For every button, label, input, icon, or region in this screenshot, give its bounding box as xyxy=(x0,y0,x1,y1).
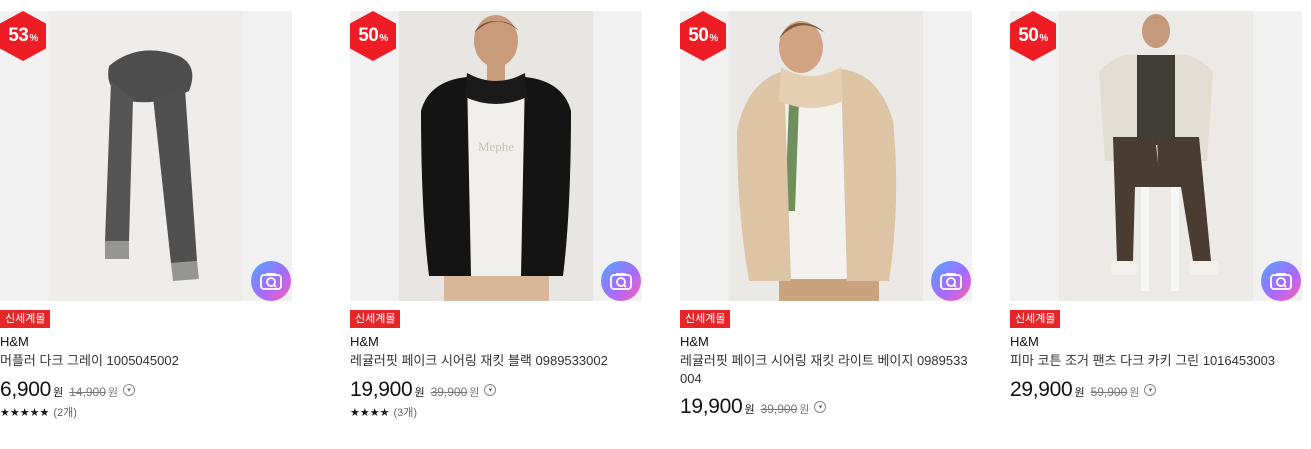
joggers-photo-illustration xyxy=(1059,11,1253,301)
sale-price: 29,900 xyxy=(1010,378,1073,401)
rating: ★★★★ (3개) xyxy=(350,404,417,420)
sale-price: 19,900 xyxy=(680,395,743,418)
price-row: 6,900 원 14,900 원 ▾ xyxy=(0,378,136,402)
rating: ★★★★★ (2개) xyxy=(0,404,77,420)
brand-name[interactable]: H&M xyxy=(350,334,379,349)
brand-name[interactable]: H&M xyxy=(1010,334,1039,349)
review-count: (2개) xyxy=(53,407,77,419)
product-card[interactable]: 50% 신세계몰 H&M 레귤러핏 페이크 시어링 재킷 라이트 베이지 098… xyxy=(680,0,972,449)
product-title[interactable]: 레귤러핏 페이크 시어링 재킷 라이트 베이지 0989533004 xyxy=(680,352,972,388)
mall-tag: 신세계몰 xyxy=(680,310,731,328)
product-photo[interactable]: Mephe xyxy=(399,11,593,301)
star-icon: ★★★★★ xyxy=(0,406,50,419)
product-card[interactable]: 50% 신세계몰 H&M 피마 코튼 조거 팬츠 다크 카키 그린 101645… xyxy=(1010,0,1302,449)
product-title[interactable]: 피마 코튼 조거 팬츠 다크 카키 그린 1016453003 xyxy=(1010,352,1302,370)
product-image-area[interactable]: 50% xyxy=(1010,11,1302,301)
product-photo[interactable] xyxy=(1059,11,1253,301)
sale-price: 19,900 xyxy=(350,378,413,401)
star-icon: ★★★★ xyxy=(350,406,390,419)
review-count: (3개) xyxy=(393,407,418,419)
product-title[interactable]: 머플러 다크 그레이 1005045002 xyxy=(0,352,292,370)
price-unit: 원 xyxy=(414,387,425,399)
jacket-photo-illustration: Mephe xyxy=(399,11,593,301)
original-price-unit: 원 xyxy=(469,387,480,399)
product-photo[interactable] xyxy=(49,11,243,301)
svg-text:Mephe: Mephe xyxy=(478,139,514,154)
price-unit: 원 xyxy=(53,387,64,399)
chevron-circle-icon[interactable]: ▾ xyxy=(484,384,497,396)
sale-price: 6,900 xyxy=(0,378,52,401)
original-price: 39,900 xyxy=(430,385,468,399)
product-image-area[interactable]: 53% xyxy=(0,11,292,301)
original-price-unit: 원 xyxy=(107,387,119,399)
camera-search-button[interactable] xyxy=(251,261,291,301)
chevron-circle-icon[interactable]: ▾ xyxy=(1144,384,1157,396)
price-unit: 원 xyxy=(744,404,755,416)
discount-badge: 50% xyxy=(680,11,726,61)
product-image-area[interactable]: 50% xyxy=(680,11,972,301)
camera-search-button[interactable] xyxy=(601,261,641,301)
original-price: 59,900 xyxy=(1090,385,1128,399)
discount-badge: 50% xyxy=(350,11,396,61)
mall-tag: 신세계몰 xyxy=(1010,310,1061,328)
price-row: 29,900 원 59,900 원 ▾ xyxy=(1010,378,1157,402)
product-card[interactable]: 53% 신세계몰 H&M 머플러 다크 그레이 1005045002 6,900… xyxy=(0,0,292,449)
discount-badge: 50% xyxy=(1010,11,1056,61)
camera-search-button[interactable] xyxy=(1261,261,1301,301)
original-price-unit: 원 xyxy=(799,404,810,416)
product-image-area[interactable]: 50% Mephe xyxy=(350,11,642,301)
discount-badge: 53% xyxy=(0,11,46,61)
beige-jacket-photo-illustration xyxy=(729,11,923,301)
camera-search-icon xyxy=(260,273,282,290)
mall-tag: 신세계몰 xyxy=(0,310,51,328)
camera-search-icon xyxy=(610,273,632,290)
brand-name[interactable]: H&M xyxy=(680,334,709,349)
product-title[interactable]: 레귤러핏 페이크 시어링 재킷 블랙 0989533002 xyxy=(350,352,642,370)
chevron-circle-icon[interactable]: ▾ xyxy=(123,384,136,396)
price-unit: 원 xyxy=(1074,387,1085,399)
original-price-unit: 원 xyxy=(1129,387,1140,399)
scarf-photo-illustration xyxy=(49,11,243,301)
camera-search-icon xyxy=(940,273,962,290)
original-price: 14,900 xyxy=(69,385,106,399)
camera-search-button[interactable] xyxy=(931,261,971,301)
product-card[interactable]: 50% Mephe 신세계몰 H&M 레귤러핏 페이크 시어링 재킷 블랙 09… xyxy=(350,0,642,449)
original-price: 39,900 xyxy=(760,402,798,416)
mall-tag: 신세계몰 xyxy=(350,310,401,328)
camera-search-icon xyxy=(1270,273,1292,290)
price-row: 19,900 원 39,900 원 ▾ xyxy=(350,378,497,402)
chevron-circle-icon[interactable]: ▾ xyxy=(814,401,827,413)
brand-name[interactable]: H&M xyxy=(0,334,29,349)
price-row: 19,900 원 39,900 원 ▾ xyxy=(680,395,827,419)
product-photo[interactable] xyxy=(729,11,923,301)
